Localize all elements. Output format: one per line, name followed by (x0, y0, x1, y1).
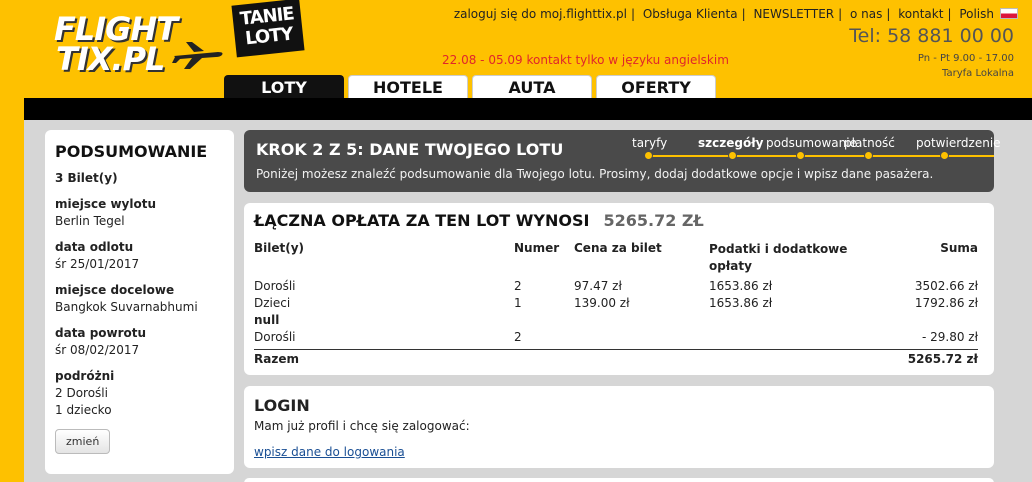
login-prompt: Mam już profil i chcę się zalogować: (254, 419, 470, 433)
cell-sum: 1792.86 zł (914, 296, 978, 310)
destination-value: Bangkok Suvarnabhumi (55, 300, 198, 314)
cell-price: 139.00 zł (574, 296, 630, 310)
cell-type: Dorośli (254, 330, 296, 344)
contact-link[interactable]: kontakt (898, 7, 943, 21)
airplane-icon (172, 42, 223, 69)
step-description: Poniżej możesz znaleźć podsumowanie dla … (256, 167, 934, 181)
tanie-loty-badge: TANIE LOTY (231, 0, 305, 58)
newsletter-link[interactable]: NEWSLETTER (753, 7, 834, 21)
office-hours: Pn - Pt 9.00 - 17.00 Taryfa Lokalna (918, 51, 1014, 81)
about-link[interactable]: o nas (850, 7, 882, 21)
polish-flag-icon[interactable] (1000, 8, 1018, 19)
top-links: zaloguj się do moj.flighttix.pl | Obsługa… (454, 7, 1018, 21)
step-potwierdzenie: potwierdzenie (916, 136, 1001, 150)
tariff-text: Taryfa Lokalna (942, 68, 1014, 79)
nav-bar (24, 98, 1032, 120)
departure-label: miejsce wylotu (55, 197, 156, 211)
cell-number: 1 (514, 296, 522, 310)
cell-sum: - 29.80 zł (921, 330, 978, 344)
travelers-label: podróżni (55, 369, 115, 383)
sum-value: 5265.72 zł (907, 352, 978, 366)
tab-oferty[interactable]: OFERTY (596, 75, 716, 98)
change-button[interactable]: zmień (55, 429, 111, 454)
col-price: Cena za bilet (574, 241, 662, 255)
col-taxes: Podatki i dodatkowe opłaty (709, 242, 848, 273)
cell-sum: 3502.66 zł (914, 279, 978, 293)
login-link[interactable]: zaloguj się do moj.flighttix.pl (454, 7, 627, 21)
step-dot (940, 151, 949, 160)
language-notice: 22.08 - 05.09 kontakt tylko w języku ang… (442, 53, 729, 67)
step-header: KROK 2 Z 5: DANE TWOJEGO LOTU Poniżej mo… (244, 130, 1001, 192)
language-link[interactable]: Polish (959, 7, 994, 21)
step-dot (864, 151, 873, 160)
flighttix-logo[interactable]: FLIGHT TIX.PL (54, 10, 224, 80)
sum-label: Razem (254, 352, 299, 366)
depart-date-value: śr 25/01/2017 (55, 257, 140, 271)
sum-row: Razem 5265.72 zł (254, 352, 978, 368)
login-section: LOGIN Mam już profil i chcę się zalogowa… (244, 386, 994, 468)
step-dot (644, 151, 653, 160)
table-row: Dorośli 2 - 29.80 zł (254, 330, 978, 346)
main-tabs: LOTY HOTELE AUTA OFERTY (224, 75, 716, 98)
cell-price: 97.47 zł (574, 279, 622, 293)
tab-auta[interactable]: AUTA (472, 75, 592, 98)
table-row: null (254, 313, 978, 329)
progress-steps: taryfy szczegóły podsumowanie płatność p… (632, 136, 1001, 160)
departure-value: Berlin Tegel (55, 214, 125, 228)
step-dot (796, 151, 805, 160)
cell-type: Dorośli (254, 279, 296, 293)
tab-hotele[interactable]: HOTELE (348, 75, 468, 98)
login-link-enter[interactable]: wpisz dane do logowania (254, 445, 405, 459)
price-total: 5265.72 ZŁ (603, 211, 704, 230)
return-date-label: data powrotu (55, 326, 147, 340)
next-section (244, 478, 994, 482)
summary-title: PODSUMOWANIE (55, 142, 208, 161)
ticket-count: 3 Bilet(y) (55, 171, 118, 185)
step-szczegoly: szczegóły (698, 136, 764, 150)
col-number: Numer (514, 241, 560, 255)
cell-number: 2 (514, 330, 522, 344)
tab-loty[interactable]: LOTY (224, 75, 344, 98)
col-sum: Suma (940, 241, 978, 255)
price-title-text: ŁĄCZNA OPŁATA ZA TEN LOT WYNOSI (254, 211, 590, 230)
price-title: ŁĄCZNA OPŁATA ZA TEN LOT WYNOSI 5265.72 Z… (254, 211, 984, 230)
depart-date-label: data odlotu (55, 240, 134, 254)
summary-sidebar: PODSUMOWANIE 3 Bilet(y) miejsce wylotu B… (45, 130, 234, 474)
step-title: KROK 2 Z 5: DANE TWOJEGO LOTU (256, 140, 564, 159)
return-date-value: śr 08/02/2017 (55, 343, 140, 357)
travelers-value: 2 Dorośli 1 dziecko (55, 385, 224, 419)
customer-service-link[interactable]: Obsługa Klienta (643, 7, 738, 21)
cell-type: Dzieci (254, 296, 291, 310)
col-tickets: Bilet(y) (254, 241, 305, 255)
step-taryfy[interactable]: taryfy (632, 136, 667, 150)
step-platnosc: płatność (844, 136, 895, 150)
login-title: LOGIN (254, 396, 310, 415)
sum-divider (254, 349, 978, 350)
adults-value: 2 Dorośli (55, 386, 108, 400)
hours-text: Pn - Pt 9.00 - 17.00 (917, 53, 1014, 64)
table-row: Dorośli 2 97.47 zł 1653.86 zł 3502.66 zł (254, 279, 978, 295)
cell-type: null (254, 313, 280, 327)
destination-label: miejsce docelowe (55, 283, 175, 297)
cell-taxes: 1653.86 zł (709, 296, 773, 310)
phone-number: Tel: 58 881 00 00 (849, 25, 1014, 47)
children-value: 1 dziecko (55, 403, 112, 417)
price-summary: ŁĄCZNA OPŁATA ZA TEN LOT WYNOSI 5265.72 Z… (244, 203, 994, 375)
cell-number: 2 (514, 279, 522, 293)
table-header: Bilet(y) Numer Cena za bilet Podatki i d… (254, 241, 978, 273)
step-dot (728, 151, 737, 160)
cell-taxes: 1653.86 zł (709, 279, 773, 293)
logo-line2: TIX.PL (56, 40, 165, 78)
badge-text: TANIE LOTY (238, 3, 295, 50)
table-row: Dzieci 1 139.00 zł 1653.86 zł 1792.86 zł (254, 296, 978, 312)
